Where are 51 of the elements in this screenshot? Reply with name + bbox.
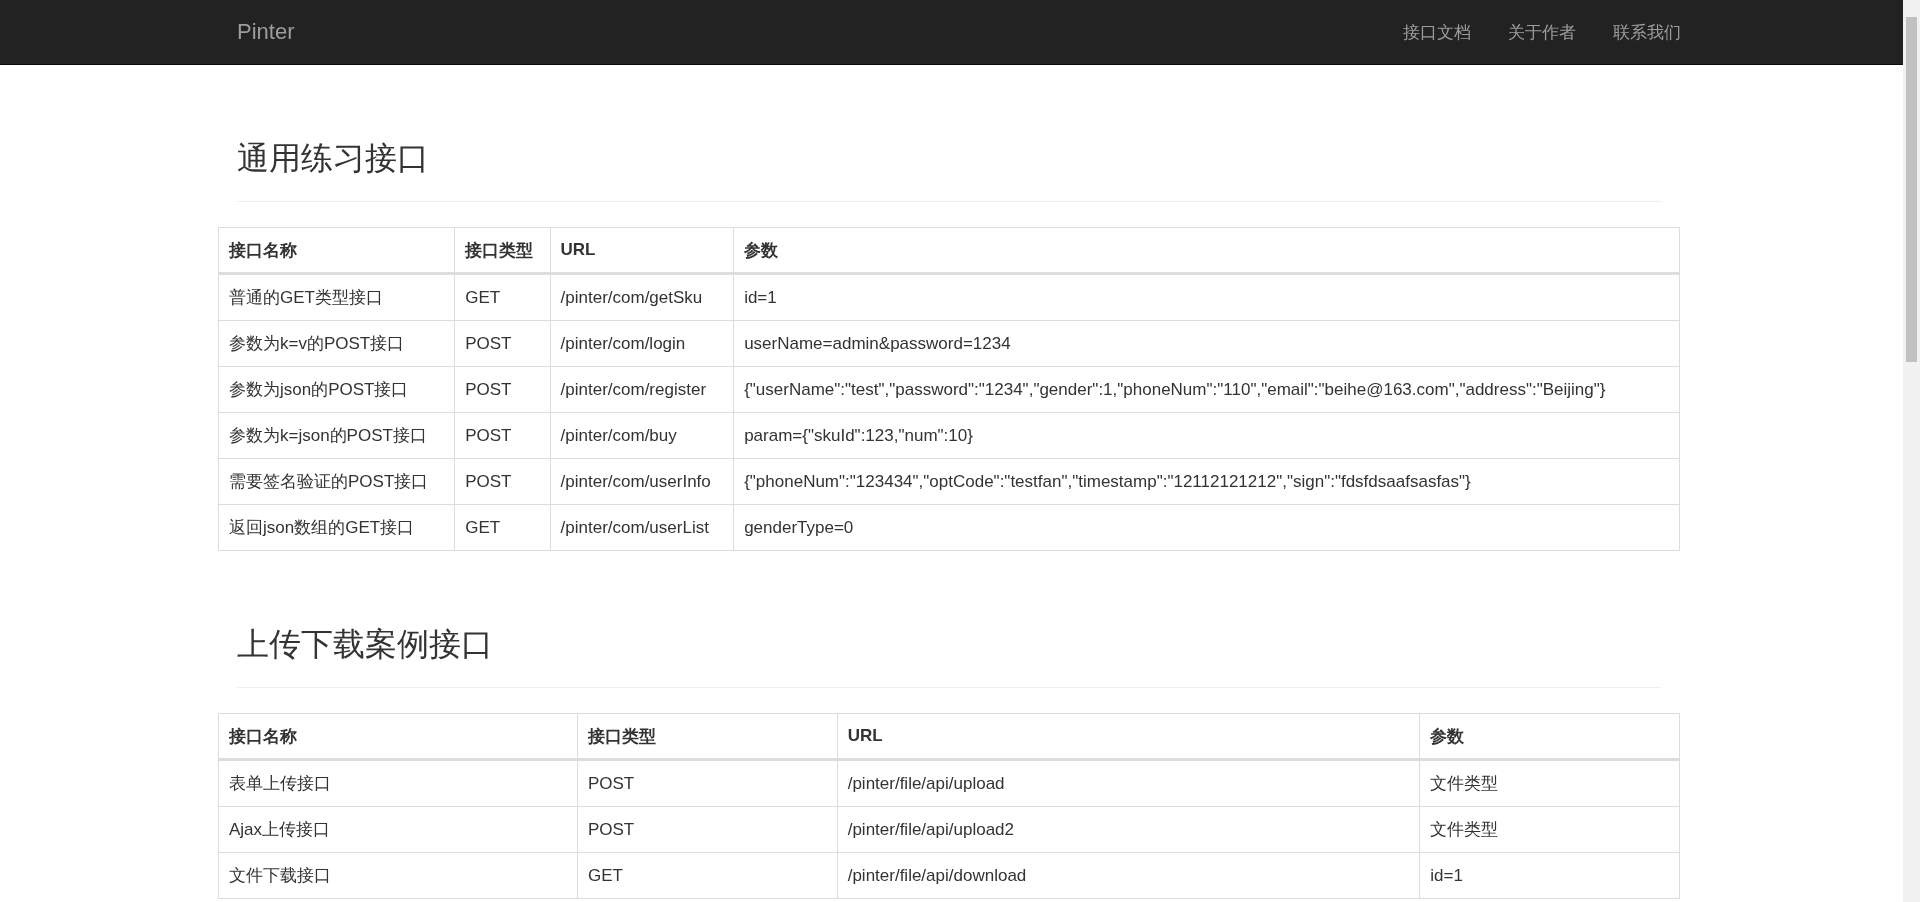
nav-link[interactable]: 接口文档 [1403,20,1471,44]
column-header: 参数 [1419,713,1680,760]
table-cell: /pinter/file/api/upload2 [837,806,1420,853]
table-cell: param={"skuId":123,"num":10} [733,412,1680,459]
table-cell: 文件类型 [1419,759,1680,807]
table-cell: /pinter/com/getSku [550,273,734,321]
section-heading: 上传下载案例接口 [237,625,494,664]
table-cell: /pinter/file/api/download [837,852,1420,899]
section-heading: 通用练习接口 [237,139,430,178]
table-cell: 参数为k=json的POST接口 [218,412,455,459]
column-header: URL [837,713,1420,760]
table-cell: id=1 [1419,852,1680,899]
table-cell: /pinter/com/buy [550,412,734,459]
table-cell: GET [454,504,551,551]
table-cell: 普通的GET类型接口 [218,273,455,321]
table-cell: id=1 [733,273,1680,321]
table-cell: /pinter/com/register [550,366,734,413]
table-cell: 文件类型 [1419,806,1680,853]
table-cell: 文件下载接口 [218,852,578,899]
column-header: 接口类型 [454,227,551,274]
column-header: URL [550,227,734,274]
table-cell: /pinter/com/login [550,320,734,367]
table-cell: 参数为json的POST接口 [218,366,455,413]
table-cell: POST [577,759,838,807]
table-cell: {"userName":"test","password":"1234","gender":1,"phoneNum":"110","email":"beihe@163.com","address":"Beijing"} [733,366,1680,413]
table-cell: 表单上传接口 [218,759,578,807]
table-cell: /pinter/com/userInfo [550,458,734,505]
column-header: 接口名称 [218,227,455,274]
table-cell: GET [454,273,551,321]
table-cell: POST [454,458,551,505]
table-cell: genderType=0 [733,504,1680,551]
column-header: 参数 [733,227,1680,274]
table-cell: POST [454,320,551,367]
table-cell: 需要签名验证的POST接口 [218,458,455,505]
table-cell: /pinter/com/userList [550,504,734,551]
table-cell: /pinter/file/api/upload [837,759,1420,807]
scrollbar[interactable] [1903,0,1920,902]
brand-link[interactable]: Pinter [237,19,295,45]
table-cell: POST [454,366,551,413]
nav-link[interactable]: 联系我们 [1613,20,1681,44]
table-cell: GET [577,852,838,899]
table-cell: POST [454,412,551,459]
table-cell: Ajax上传接口 [218,806,578,853]
column-header: 接口类型 [577,713,838,760]
table-cell: {"phoneNum":"123434","optCode":"testfan","timestamp":"12112121212","sign":"fdsfdsaafsasfas"} [733,458,1680,505]
table-cell: 返回json数组的GET接口 [218,504,455,551]
table-cell: POST [577,806,838,853]
table-cell: 参数为k=v的POST接口 [218,320,455,367]
table-cell: userName=admin&password=1234 [733,320,1680,367]
nav-link[interactable]: 关于作者 [1508,20,1576,44]
column-header: 接口名称 [218,713,578,760]
